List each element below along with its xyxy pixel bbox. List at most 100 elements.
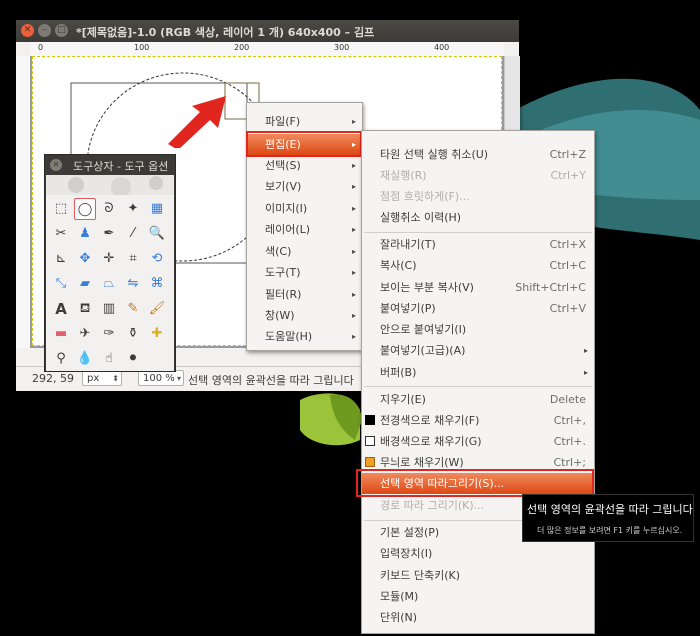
cage-icon[interactable]: ⌘ <box>146 273 168 295</box>
zoom-select[interactable]: 100 % ▾ <box>138 370 184 386</box>
move-icon[interactable]: ✥ <box>74 248 96 270</box>
menu-item-label: 타원 선택 실행 취소(U) <box>380 148 489 161</box>
menu-item-undo-history[interactable]: 실행취소 이력(H) <box>362 207 594 228</box>
menu-item-keyboard-shortcuts[interactable]: 키보드 단축키(K) <box>362 565 594 586</box>
minimize-icon[interactable]: – <box>38 24 51 37</box>
shear-icon[interactable]: ▰ <box>74 273 96 295</box>
menu-item-label: 키보드 단축키(K) <box>380 569 461 582</box>
edit-menu: 타원 선택 실행 취소(U) Ctrl+Z 재실행(R) Ctrl+Y 점점 흐릿하… <box>361 130 595 634</box>
menu-item-modules[interactable]: 모듈(M) <box>362 586 594 607</box>
unit-value: px <box>87 373 100 384</box>
crop-icon[interactable]: ⌗ <box>122 248 144 270</box>
menu-item-view[interactable]: 보기(V) ▸ <box>247 176 362 197</box>
pointer-coords: 292, 59 <box>32 372 74 385</box>
menu-item-paste-into[interactable]: 안으로 붙여넣기(I) <box>362 319 594 340</box>
menu-item-copy[interactable]: 복사(C) Ctrl+C <box>362 255 594 276</box>
blend-icon[interactable]: ▥ <box>98 298 120 320</box>
unit-select[interactable]: px ⬍ <box>82 370 122 386</box>
text-tool-icon[interactable]: A <box>50 298 72 320</box>
ruler-label: 400 <box>434 43 450 52</box>
rect-select-icon[interactable]: ⬚ <box>50 198 72 220</box>
menu-item-label: 복사(C) <box>380 259 417 272</box>
menu-item-image[interactable]: 이미지(I) ▸ <box>247 198 362 219</box>
menu-item-fill-fg[interactable]: 전경색으로 채우기(F) Ctrl+, <box>362 410 594 431</box>
menu-item-windows[interactable]: 창(W) ▸ <box>247 305 362 326</box>
bg-color-swatch <box>365 436 375 446</box>
blur-icon[interactable]: 💧 <box>74 348 96 370</box>
menu-item-label: 파일(F) <box>265 115 301 128</box>
menu-item-label: 선택(S) <box>265 159 301 172</box>
eraser-icon[interactable]: ▬ <box>50 323 72 345</box>
menu-item-fill-bg[interactable]: 배경색으로 채우기(G) Ctrl+. <box>362 431 594 452</box>
menu-item-fade[interactable]: 점점 흐릿하게(F)... <box>362 186 594 207</box>
menu-item-colors[interactable]: 색(C) ▸ <box>247 241 362 262</box>
toolbox-title: 도구상자 - 도구 옵션 <box>73 160 169 173</box>
menu-shortcut: Ctrl+C <box>549 259 586 272</box>
align-icon[interactable]: ✛ <box>98 248 120 270</box>
menu-item-copy-visible[interactable]: 보이는 부분 복사(V) Shift+Ctrl+C <box>362 277 594 298</box>
paintbrush-icon[interactable]: 🖌 <box>146 298 168 320</box>
tooltip-hint: 더 많은 정보를 보려면 F1 키를 누르십시오. <box>537 526 683 535</box>
ellipse-select-icon[interactable]: ◯ <box>74 198 96 220</box>
menu-item-cut[interactable]: 잘라내기(T) Ctrl+X <box>362 234 594 255</box>
lasso-icon[interactable]: ᘐ <box>98 198 120 220</box>
select-by-color-icon[interactable]: ▦ <box>146 198 168 220</box>
menu-item-filters[interactable]: 필터(R) ▸ <box>247 284 362 305</box>
annotation-highlight-stroke <box>356 469 594 497</box>
menu-item-label: 필터(R) <box>265 288 302 301</box>
maximize-icon[interactable]: □ <box>55 24 68 37</box>
color-picker-icon[interactable]: ⁄ <box>122 223 144 245</box>
ink-icon[interactable]: ✑ <box>98 323 120 345</box>
menu-shortcut: Shift+Ctrl+C <box>515 281 586 294</box>
scale-icon[interactable]: ⤡ <box>50 273 72 295</box>
magic-wand-icon[interactable]: ✦ <box>122 198 144 220</box>
menu-item-label: 배경색으로 채우기(G) <box>380 435 482 448</box>
menu-item-clear[interactable]: 지우기(E) Delete <box>362 389 594 410</box>
window-title: *[제목없음]-1.0 (RGB 색상, 레이어 1 개) 640x400 – … <box>76 26 375 39</box>
menu-item-paste-as[interactable]: 붙여넣기(고급)(A) ▸ <box>362 340 594 361</box>
menu-item-help[interactable]: 도움말(H) ▸ <box>247 326 362 347</box>
menu-item-select[interactable]: 선택(S) ▸ <box>247 155 362 176</box>
close-icon[interactable]: ✕ <box>21 24 34 37</box>
menu-item-label: 실행취소 이력(H) <box>380 211 462 224</box>
menu-shortcut: Ctrl+V <box>549 302 586 315</box>
menu-item-paste[interactable]: 붙여넣기(P) Ctrl+V <box>362 298 594 319</box>
menu-item-file[interactable]: 파일(F) ▸ <box>247 111 362 132</box>
foreground-select-icon[interactable]: ♟ <box>74 223 96 245</box>
vertical-ruler[interactable] <box>16 56 31 348</box>
perspective-icon[interactable]: ⏢ <box>98 273 120 295</box>
heal-icon[interactable]: ✚ <box>146 323 168 345</box>
menu-item-label: 지우기(E) <box>380 393 426 406</box>
menu-item-undo[interactable]: 타원 선택 실행 취소(U) Ctrl+Z <box>362 144 594 165</box>
measure-icon[interactable]: ⊾ <box>50 248 72 270</box>
menu-item-label: 보이는 부분 복사(V) <box>380 281 474 294</box>
menu-item-label: 보기(V) <box>265 180 302 193</box>
horizontal-ruler[interactable]: 0 100 200 300 400 <box>30 42 504 57</box>
rotate-icon[interactable]: ⟲ <box>146 248 168 270</box>
perspective-clone-icon[interactable]: ⚲ <box>50 348 72 370</box>
menu-item-label: 모듈(M) <box>380 590 419 603</box>
dodge-burn-icon[interactable]: ⚫ <box>122 348 144 370</box>
tooltip: 선택 영역의 윤곽선을 따라 그립니다 더 많은 정보를 보려면 F1 키를 누… <box>522 494 694 542</box>
menu-item-input-devices[interactable]: 입력장치(I) <box>362 543 594 564</box>
bucket-fill-icon[interactable]: ⛾ <box>74 298 96 320</box>
menu-item-tools[interactable]: 도구(T) ▸ <box>247 262 362 283</box>
menu-item-units[interactable]: 단위(N) <box>362 607 594 628</box>
close-icon[interactable]: ✕ <box>50 159 62 171</box>
zoom-icon[interactable]: 🔍 <box>146 223 168 245</box>
airbrush-icon[interactable]: ✈ <box>74 323 96 345</box>
clone-icon[interactable]: ⚱ <box>122 323 144 345</box>
menu-item-layer[interactable]: 레이어(L) ▸ <box>247 219 362 240</box>
flip-icon[interactable]: ⇋ <box>122 273 144 295</box>
menu-item-label: 도움말(H) <box>265 330 313 343</box>
menu-item-label: 색(C) <box>265 245 292 258</box>
smudge-icon[interactable]: ☝ <box>98 348 120 370</box>
pencil-icon[interactable]: ✎ <box>122 298 144 320</box>
menu-item-label: 붙여넣기(P) <box>380 302 436 315</box>
submenu-arrow-icon: ▸ <box>351 182 356 191</box>
menu-item-buffer[interactable]: 버퍼(B) ▸ <box>362 362 594 383</box>
submenu-arrow-icon: ▸ <box>583 346 588 355</box>
scissors-icon[interactable]: ✂ <box>50 223 72 245</box>
menu-item-redo[interactable]: 재실행(R) Ctrl+Y <box>362 165 594 186</box>
paths-icon[interactable]: ✒ <box>98 223 120 245</box>
